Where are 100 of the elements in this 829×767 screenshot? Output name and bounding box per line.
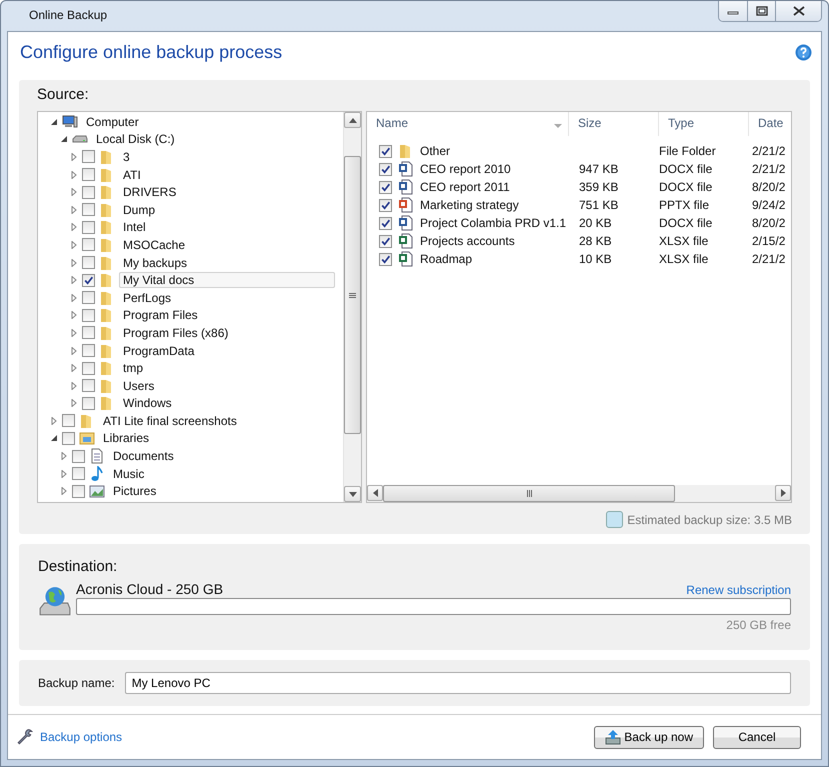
expand-arrow-icon[interactable] — [70, 206, 78, 214]
maximize-button[interactable] — [747, 1, 775, 21]
close-button[interactable] — [775, 1, 821, 21]
checkbox[interactable] — [72, 467, 85, 480]
checkbox[interactable] — [72, 450, 85, 463]
checkbox[interactable] — [82, 344, 95, 358]
file-name[interactable]: CEO report 2010 — [420, 162, 511, 176]
file-name[interactable]: Marketing strategy — [420, 198, 519, 212]
file-name[interactable]: Project Colambia PRD v1.1 — [420, 216, 566, 230]
column-header[interactable]: Type — [659, 112, 749, 136]
checkbox[interactable] — [82, 362, 95, 375]
file-name[interactable]: Other — [420, 144, 450, 158]
file-name[interactable]: CEO report 2011 — [420, 180, 510, 194]
tree-item[interactable]: MSOCache — [119, 236, 190, 253]
expand-arrow-icon[interactable] — [70, 188, 78, 196]
checkbox[interactable] — [379, 144, 392, 158]
expand-arrow-icon[interactable] — [70, 294, 78, 302]
tree-item[interactable]: Documents — [109, 448, 178, 464]
expand-arrow-icon[interactable] — [70, 152, 78, 161]
tree-item[interactable]: 3 — [119, 148, 134, 165]
checkbox[interactable] — [82, 379, 95, 392]
upload-icon — [605, 729, 622, 745]
collapse-arrow-icon[interactable] — [50, 434, 58, 442]
tree-item[interactable]: Users — [119, 378, 158, 394]
expand-arrow-icon[interactable] — [60, 470, 68, 478]
checkbox[interactable] — [379, 162, 392, 176]
expand-arrow-icon[interactable] — [50, 416, 58, 425]
tree-item[interactable]: Libraries — [99, 430, 154, 446]
expand-arrow-icon[interactable] — [60, 487, 68, 496]
tree-item[interactable]: Pictures — [109, 483, 160, 500]
checkbox[interactable] — [82, 396, 95, 410]
expand-arrow-icon[interactable] — [70, 364, 78, 372]
tree-item[interactable]: ProgramData — [119, 342, 198, 359]
help-icon[interactable] — [795, 44, 812, 60]
tree-item[interactable]: Program Files (x86) — [119, 324, 232, 341]
tree-item[interactable]: Dump — [119, 202, 160, 218]
tree-item[interactable]: Intel — [119, 219, 150, 236]
file-name[interactable]: Roadmap — [420, 252, 472, 266]
collapse-arrow-icon[interactable] — [60, 135, 68, 144]
expand-arrow-icon[interactable] — [70, 258, 78, 267]
checkbox[interactable] — [62, 432, 75, 445]
scrollbar[interactable] — [343, 112, 361, 502]
back-up-now-button[interactable]: Back up now — [594, 726, 704, 748]
backup-options-link[interactable]: Backup options — [16, 728, 122, 746]
tree-item[interactable]: My Vital docs — [119, 272, 336, 288]
tree-item[interactable]: Music — [109, 466, 148, 482]
expand-arrow-icon[interactable] — [70, 399, 78, 408]
expand-arrow-icon[interactable] — [70, 346, 78, 355]
column-header[interactable]: Size — [569, 112, 659, 136]
tree-item[interactable]: tmp — [119, 360, 148, 376]
expand-arrow-icon[interactable] — [70, 223, 78, 232]
checkbox[interactable] — [82, 238, 95, 252]
checkbox[interactable] — [72, 484, 85, 498]
minimize-button[interactable] — [719, 1, 747, 21]
checkbox[interactable] — [82, 168, 95, 182]
checkbox[interactable] — [82, 150, 95, 164]
free-space-text: 250 GB free — [726, 618, 791, 632]
grip-icon — [526, 490, 532, 497]
checkbox[interactable] — [82, 186, 95, 199]
column-header[interactable]: Name — [367, 112, 569, 136]
scrollbar[interactable] — [367, 485, 791, 502]
checkbox[interactable] — [379, 216, 392, 230]
backup-name-field[interactable]: My Lenovo PC — [124, 672, 791, 694]
checkbox[interactable] — [62, 414, 75, 428]
file-type: File Folder — [659, 144, 716, 158]
checkbox[interactable] — [82, 220, 95, 234]
cancel-button[interactable]: Cancel — [713, 726, 801, 748]
checkbox[interactable] — [379, 180, 392, 194]
tree-item[interactable]: Program Files — [119, 307, 202, 324]
tree-item[interactable]: Windows — [119, 395, 176, 412]
tree-item[interactable]: Computer — [82, 114, 143, 130]
expand-arrow-icon[interactable] — [70, 276, 78, 284]
checkbox[interactable] — [379, 252, 392, 266]
checkbox[interactable] — [82, 291, 95, 304]
tree-item[interactable]: ATI Lite final screenshots — [99, 412, 241, 429]
expand-arrow-icon[interactable] — [70, 382, 78, 390]
file-date: 2/21/2 — [752, 252, 786, 266]
document-icon — [89, 448, 105, 464]
expand-arrow-icon[interactable] — [70, 240, 78, 249]
checkbox[interactable] — [82, 274, 95, 287]
checkbox[interactable] — [379, 234, 392, 248]
expand-arrow-icon[interactable] — [70, 328, 78, 337]
tree-item[interactable]: My backups — [119, 254, 192, 271]
file-name[interactable]: Projects accounts — [420, 234, 515, 248]
renew-subscription-link[interactable]: Renew subscription — [686, 583, 791, 597]
tree-item[interactable]: Local Disk (C:) — [92, 131, 179, 148]
collapse-arrow-icon[interactable] — [50, 118, 58, 126]
checkbox[interactable] — [82, 256, 95, 270]
checkbox[interactable] — [82, 326, 95, 340]
checkbox[interactable] — [82, 203, 95, 216]
file-type: DOCX file — [659, 162, 712, 176]
tree-item[interactable]: DRIVERS — [119, 184, 180, 200]
tree-item[interactable]: ATI — [119, 166, 145, 183]
checkbox[interactable] — [379, 198, 392, 212]
expand-arrow-icon[interactable] — [70, 311, 78, 320]
column-header[interactable]: Date — [749, 112, 791, 136]
checkbox[interactable] — [82, 308, 95, 322]
tree-item[interactable]: PerfLogs — [119, 290, 176, 306]
expand-arrow-icon[interactable] — [60, 452, 68, 460]
expand-arrow-icon[interactable] — [70, 170, 78, 179]
